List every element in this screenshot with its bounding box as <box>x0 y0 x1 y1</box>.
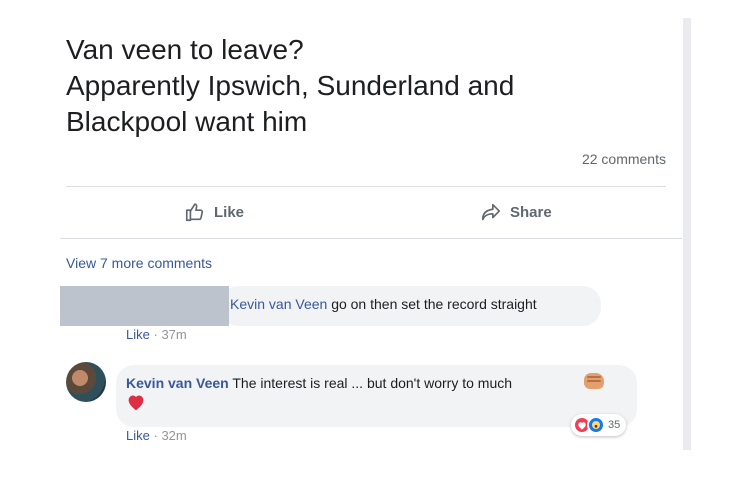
view-more-comments-link[interactable]: View 7 more comments <box>66 255 212 271</box>
thumbs-up-icon <box>184 201 206 223</box>
comment-timestamp[interactable]: 32m <box>161 428 186 443</box>
reaction-count: 35 <box>608 419 621 431</box>
share-button-label: Share <box>510 203 552 221</box>
comment-timestamp[interactable]: 37m <box>161 327 186 342</box>
comment-bubble: Kevin van Veen go on then set the record… <box>220 286 601 326</box>
post-text-line: Blackpool want him <box>66 106 308 137</box>
comment-text: go on then set the record straight <box>331 296 537 312</box>
comment-author[interactable]: Kevin van Veen <box>230 296 327 312</box>
meta-separator: · <box>153 428 158 443</box>
share-arrow-icon <box>480 201 502 223</box>
fist-bump-emoji <box>584 373 604 389</box>
like-button[interactable]: Like <box>184 199 244 225</box>
post-text: Van veen to leave? Apparently Ipswich, S… <box>66 32 666 140</box>
feed-scroll-edge <box>683 18 691 450</box>
avatar[interactable] <box>66 362 106 402</box>
reaction-summary[interactable]: 35 <box>571 414 627 436</box>
comment-author[interactable]: Kevin van Veen <box>126 375 229 391</box>
red-heart-emoji <box>126 393 146 416</box>
share-button[interactable]: Share <box>480 199 552 225</box>
redacted-block <box>60 286 229 326</box>
comment-meta: Like · 32m <box>126 428 187 443</box>
comment-text: The interest is real ... but don't worry… <box>232 375 513 391</box>
post-text-line: Van veen to leave? <box>66 34 304 65</box>
post-text-line: Apparently Ipswich, Sunderland and <box>66 70 515 101</box>
divider <box>66 186 666 187</box>
like-button-label: Like <box>214 203 245 221</box>
divider <box>60 238 682 239</box>
comments-count-link[interactable]: 22 comments <box>582 151 666 167</box>
wow-reaction-icon <box>587 416 605 434</box>
comment-like-link[interactable]: Like <box>126 428 150 443</box>
comment-bubble: Kevin van Veen The interest is real ... … <box>116 365 637 427</box>
meta-separator: · <box>153 327 158 342</box>
comment-meta: Like · 37m <box>126 327 187 342</box>
comment-like-link[interactable]: Like <box>126 327 150 342</box>
